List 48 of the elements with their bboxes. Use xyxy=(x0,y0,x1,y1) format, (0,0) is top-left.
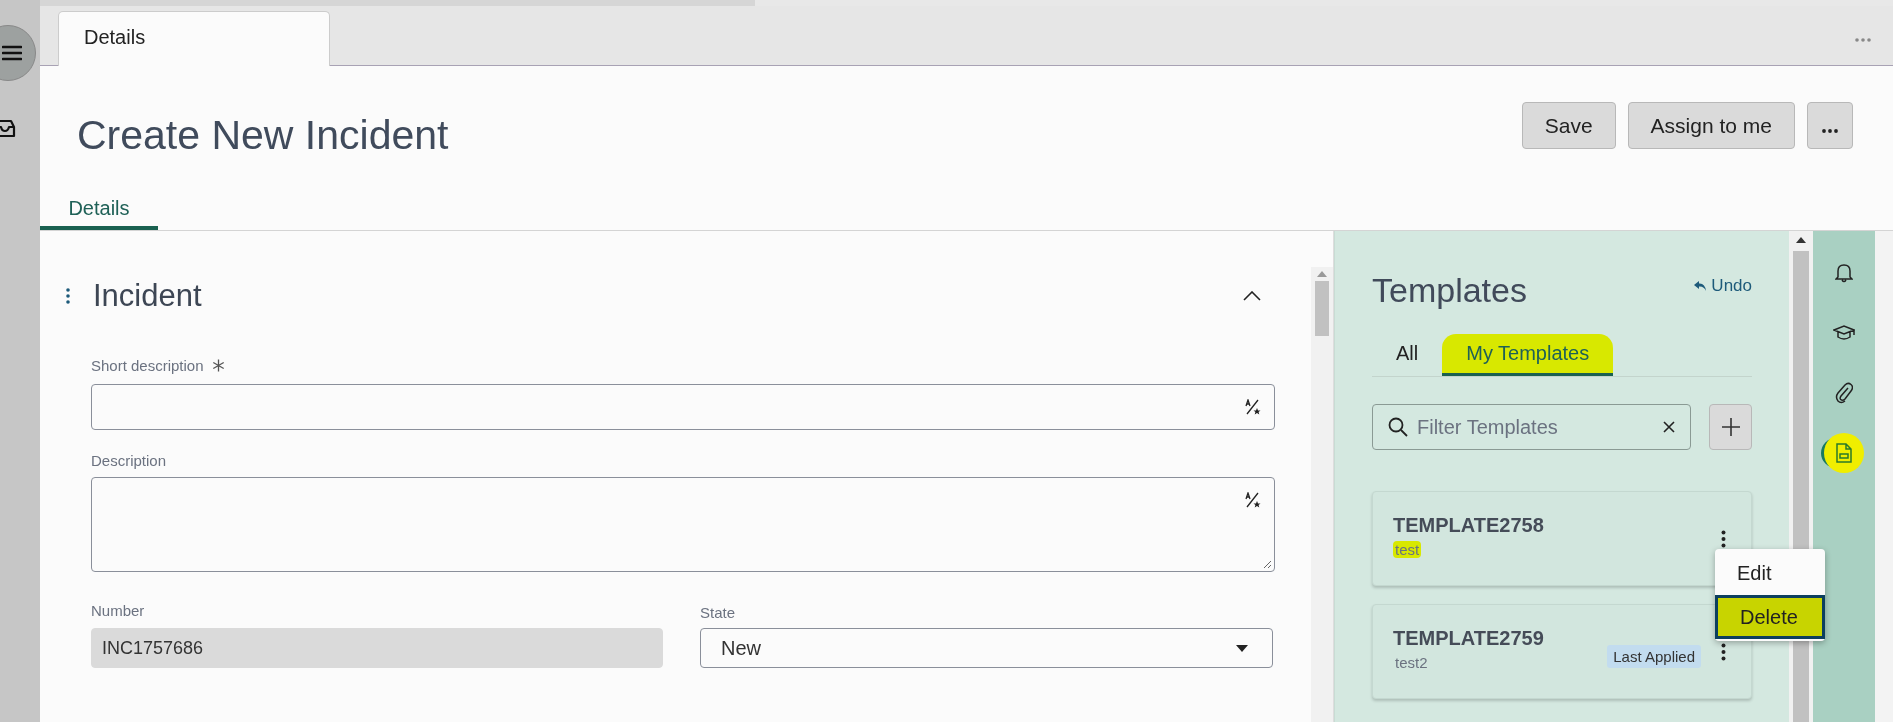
paperclip-icon xyxy=(1835,382,1853,404)
chevron-icon[interactable] xyxy=(1243,291,1261,301)
graduation-cap-icon xyxy=(1833,325,1855,341)
template-name: TEMPLATE2758 xyxy=(1393,514,1544,537)
state-dropdown[interactable]: New xyxy=(700,628,1273,668)
panel-title: Templates xyxy=(1372,271,1527,310)
resize-handle-icon[interactable] xyxy=(1262,559,1272,569)
dropdown-arrow-icon xyxy=(1236,644,1248,652)
scrollbar-thumb[interactable] xyxy=(1315,281,1329,336)
number-field: INC1757686 xyxy=(91,628,663,668)
template-description: test2 xyxy=(1394,654,1429,671)
section-title: Incident xyxy=(93,278,203,314)
field-label: Description xyxy=(91,452,167,469)
details-tab[interactable]: Details xyxy=(58,11,330,66)
field-label: Short description xyxy=(91,357,204,374)
plus-icon xyxy=(1721,418,1740,436)
spellcheck-icon[interactable] xyxy=(1244,399,1262,415)
field-label: State xyxy=(700,604,737,621)
template-button[interactable] xyxy=(1824,433,1864,473)
page-title: Create New Incident xyxy=(77,111,449,159)
menu-icon xyxy=(2,45,22,61)
field-label: Number xyxy=(91,602,146,619)
undo-link[interactable]: Undo xyxy=(1693,276,1752,296)
more-icon xyxy=(1822,128,1838,133)
search-icon xyxy=(1388,417,1408,437)
scroll-up-icon[interactable] xyxy=(1796,237,1806,243)
inbox-icon[interactable] xyxy=(0,119,16,139)
add-button[interactable] xyxy=(1709,404,1752,450)
input-field[interactable] xyxy=(91,384,1275,430)
template-description: test xyxy=(1393,541,1422,558)
textarea-field[interactable] xyxy=(91,477,1275,572)
clear-icon[interactable] xyxy=(1663,421,1675,433)
more-icon[interactable] xyxy=(1855,38,1871,42)
document-icon xyxy=(1836,443,1852,463)
template-tab[interactable]: All xyxy=(1372,334,1443,376)
kebab-icon[interactable] xyxy=(66,288,70,304)
template-tab[interactable]: My Templates xyxy=(1442,334,1614,376)
template-name: TEMPLATE2759 xyxy=(1393,627,1544,650)
assign-button[interactable]: Assign to me xyxy=(1627,102,1795,149)
kebab-icon[interactable] xyxy=(1721,643,1726,661)
bell-icon xyxy=(1835,263,1853,283)
menu-item[interactable]: Delete xyxy=(1715,595,1825,639)
kebab-icon[interactable] xyxy=(1721,530,1726,548)
save-button[interactable]: Save xyxy=(1521,102,1616,149)
undo-icon xyxy=(1693,280,1708,292)
status-badge: Last Applied xyxy=(1607,645,1701,668)
spellcheck-icon[interactable] xyxy=(1244,492,1262,508)
search-field[interactable]: Filter Templates xyxy=(1372,404,1691,450)
